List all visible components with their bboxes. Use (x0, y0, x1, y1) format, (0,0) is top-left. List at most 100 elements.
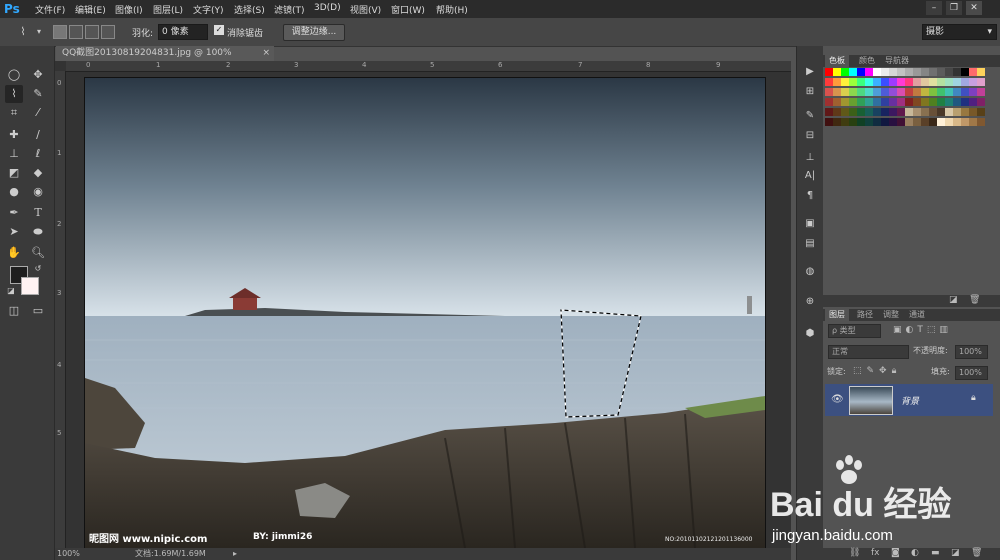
color-swatch[interactable] (825, 118, 833, 126)
elliptical-marquee-icon[interactable]: ◯ (5, 66, 23, 84)
tab-swatches[interactable]: 色板 (825, 55, 849, 67)
color-swatch[interactable] (937, 68, 945, 76)
color-swatch[interactable] (889, 78, 897, 86)
character-panel-icon[interactable]: A| (801, 168, 819, 184)
color-swatch[interactable] (905, 98, 913, 106)
color-swatch[interactable] (849, 108, 857, 116)
menu-window[interactable]: 窗口(W) (391, 3, 425, 16)
color-swatch[interactable] (865, 68, 873, 76)
color-swatch[interactable] (929, 108, 937, 116)
color-swatch[interactable] (865, 78, 873, 86)
color-swatch[interactable] (913, 78, 921, 86)
color-swatch[interactable] (849, 78, 857, 86)
color-swatch[interactable] (889, 68, 897, 76)
paint-bucket-icon[interactable]: ◆ (29, 164, 47, 182)
color-swatch[interactable] (929, 98, 937, 106)
3d-panel-icon[interactable]: ⬢ (801, 326, 819, 342)
layer-filter-select[interactable]: ρ 类型 (828, 324, 881, 338)
color-swatch[interactable] (865, 118, 873, 126)
close-document-icon[interactable]: × (262, 46, 270, 61)
pen-tool-icon[interactable]: ✒ (5, 204, 23, 222)
color-swatch[interactable] (905, 108, 913, 116)
color-swatch[interactable] (945, 78, 953, 86)
color-swatch[interactable] (841, 108, 849, 116)
color-swatch[interactable] (849, 68, 857, 76)
clone-source-icon[interactable]: ⊥ (801, 150, 819, 166)
color-swatch[interactable] (889, 108, 897, 116)
screen-mode-icon[interactable]: ▭ (29, 302, 47, 320)
color-swatch[interactable] (897, 118, 905, 126)
color-swatch[interactable] (961, 68, 969, 76)
color-swatch[interactable] (833, 78, 841, 86)
history-icon[interactable]: ⊞ (801, 84, 819, 100)
color-swatch[interactable] (961, 78, 969, 86)
color-swatch[interactable] (873, 68, 881, 76)
color-swatch[interactable] (929, 78, 937, 86)
menu-help[interactable]: 帮助(H) (436, 3, 468, 16)
zoom-level[interactable]: 100% (57, 548, 80, 560)
color-swatch[interactable] (825, 88, 833, 96)
color-swatch[interactable] (833, 88, 841, 96)
clone-stamp-icon[interactable]: ⊥ (5, 145, 23, 163)
color-swatch[interactable] (833, 68, 841, 76)
visibility-eye-icon[interactable]: 👁︎ (831, 394, 844, 405)
color-swatch[interactable] (913, 68, 921, 76)
color-swatch[interactable] (921, 68, 929, 76)
color-swatch[interactable] (889, 88, 897, 96)
quick-selection-icon[interactable]: ✎ (29, 85, 47, 103)
color-swatch[interactable] (977, 88, 985, 96)
color-swatch[interactable] (921, 108, 929, 116)
spot-healing-icon[interactable]: ✚ (5, 126, 23, 144)
color-swatch[interactable] (929, 118, 937, 126)
color-swatch[interactable] (857, 68, 865, 76)
color-swatch[interactable] (873, 108, 881, 116)
tab-color[interactable]: 颜色 (855, 55, 879, 67)
color-swatch[interactable] (825, 108, 833, 116)
color-swatch[interactable] (857, 108, 865, 116)
opacity-input[interactable]: 100% (955, 345, 988, 359)
trash-icon[interactable]: 🗑︎ (969, 295, 980, 305)
color-swatch[interactable] (841, 88, 849, 96)
color-swatch[interactable] (881, 98, 889, 106)
default-colors-icon[interactable]: ◪ (2, 282, 20, 300)
color-swatch[interactable] (849, 88, 857, 96)
crop-tool-icon[interactable]: ⌗ (5, 104, 23, 122)
color-swatch[interactable] (913, 118, 921, 126)
color-swatch[interactable] (905, 118, 913, 126)
brush-presets-icon[interactable]: ✎ (801, 108, 819, 124)
blur-tool-icon[interactable]: ● (5, 183, 23, 201)
status-menu-arrow-icon[interactable]: ▸ (233, 548, 237, 560)
color-swatch[interactable] (937, 108, 945, 116)
canvas-image[interactable]: 昵图网 www.nipic.com BY: jimmi26 NO:2010110… (84, 77, 766, 549)
color-swatch[interactable] (969, 108, 977, 116)
blend-mode-select[interactable]: 正常 (828, 345, 909, 359)
add-selection-icon[interactable] (69, 25, 83, 39)
tab-channels[interactable]: 通道 (905, 309, 929, 321)
color-swatch[interactable] (873, 88, 881, 96)
new-swatch-icon[interactable]: ◪ (949, 295, 958, 305)
menu-edit[interactable]: 编辑(E) (75, 3, 106, 16)
close-icon[interactable]: ✕ (966, 1, 982, 15)
quick-mask-icon[interactable]: ◫ (5, 302, 23, 320)
color-swatch[interactable] (881, 68, 889, 76)
color-swatch[interactable] (921, 78, 929, 86)
swap-colors-icon[interactable]: ↺ (29, 260, 47, 278)
lock-icons[interactable]: ⬚✎✥🔒︎ (853, 366, 901, 376)
hand-tool-icon[interactable]: ✋ (5, 244, 23, 262)
color-swatch[interactable] (865, 88, 873, 96)
menu-type[interactable]: 文字(Y) (193, 3, 224, 16)
color-swatch[interactable] (945, 108, 953, 116)
color-swatch[interactable] (929, 88, 937, 96)
color-swatch[interactable] (937, 78, 945, 86)
color-swatch[interactable] (897, 68, 905, 76)
color-swatch[interactable] (921, 98, 929, 106)
layer-name[interactable]: 背景 (901, 394, 919, 407)
color-swatch[interactable] (857, 78, 865, 86)
color-swatch[interactable] (953, 98, 961, 106)
background-color-swatch[interactable] (21, 277, 39, 295)
color-swatch[interactable] (825, 68, 833, 76)
color-swatch[interactable] (945, 88, 953, 96)
chevron-down-icon[interactable]: ▾ (30, 23, 48, 41)
menu-3d[interactable]: 3D(D) (314, 3, 341, 13)
brush-tool-icon[interactable]: ∕ (29, 126, 47, 144)
